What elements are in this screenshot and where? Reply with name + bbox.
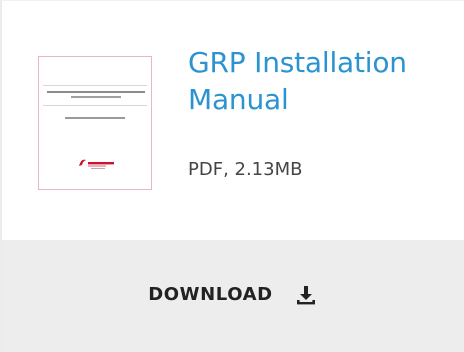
thumbnail-logo-underline (91, 168, 105, 169)
document-info: GRP Installation Manual PDF, 2.13MB (0, 0, 464, 240)
document-card: GRP Installation Manual PDF, 2.13MB DOWN… (0, 0, 464, 352)
download-icon (296, 285, 315, 304)
download-button[interactable]: DOWNLOAD (0, 240, 464, 352)
thumbnail-rule (43, 105, 147, 106)
thumbnail-heading-line (71, 96, 121, 98)
thumbnail-rule (43, 85, 147, 86)
download-label: DOWNLOAD (148, 284, 273, 305)
document-thumbnail[interactable] (38, 56, 152, 190)
document-title-link[interactable]: GRP Installation Manual (188, 44, 448, 118)
thumbnail-subheading-line (65, 117, 125, 119)
thumbnail-heading-line (47, 91, 145, 93)
download-button-content: DOWNLOAD (0, 284, 464, 310)
document-file-info: PDF, 2.13MB (188, 159, 303, 180)
